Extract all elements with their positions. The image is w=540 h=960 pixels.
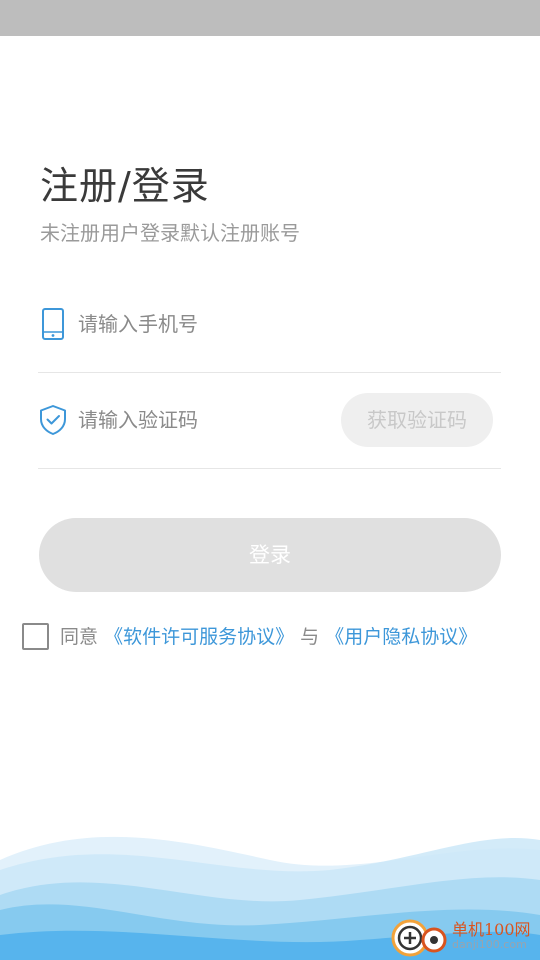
page-subtitle: 未注册用户登录默认注册账号 [40,221,300,245]
agree-checkbox[interactable] [22,623,49,650]
get-verification-code-button[interactable]: 获取验证码 [341,393,493,447]
watermark-emblem-icon [391,919,447,957]
watermark-logo: 单机100网 danji100.com [390,914,540,960]
privacy-policy-link[interactable]: 《用户隐私协议》 [325,626,477,648]
login-screen: 注册/登录 未注册用户登录默认注册账号 获取验证码 登录 同意 《软件许 [0,0,540,960]
status-bar [0,0,540,36]
page-title: 注册/登录 [40,164,210,208]
watermark-site-domain: danji100.com [452,938,527,951]
mobile-phone-icon [38,308,68,340]
agree-prefix: 同意 [60,626,99,648]
watermark-site-name: 单机100网 [452,920,531,939]
shield-check-icon [38,404,68,436]
agree-connector: 与 [300,626,320,648]
software-license-link[interactable]: 《软件许可服务协议》 [104,626,294,648]
login-button[interactable]: 登录 [39,518,501,592]
agreement-row: 同意 《软件许可服务协议》 与 《用户隐私协议》 [22,622,532,652]
phone-number-input[interactable] [78,304,338,344]
agreement-text: 同意 《软件许可服务协议》 与 《用户隐私协议》 [60,622,477,652]
phone-field-row [38,276,501,373]
verification-code-row: 获取验证码 [38,372,501,469]
verification-code-input[interactable] [78,400,338,440]
